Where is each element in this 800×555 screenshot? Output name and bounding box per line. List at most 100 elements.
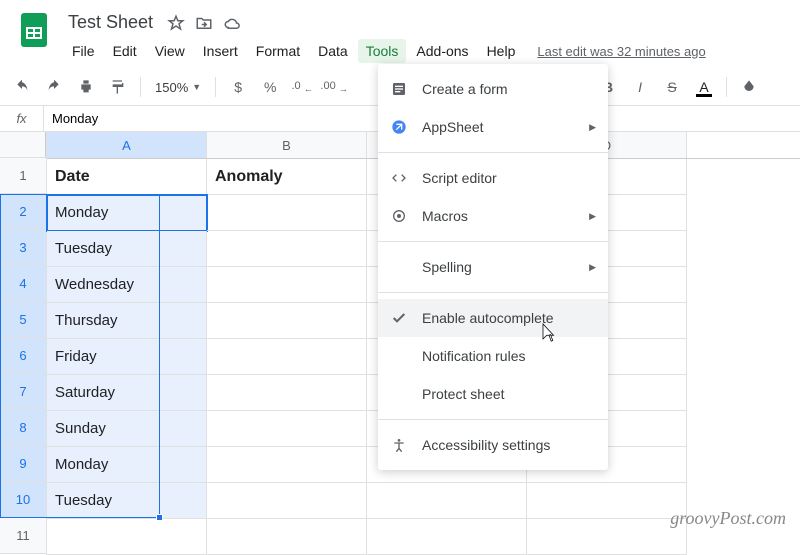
move-folder-icon[interactable] — [195, 14, 213, 32]
cell-A2[interactable]: Monday — [47, 195, 207, 231]
script-icon — [390, 169, 408, 187]
macros-icon — [390, 207, 408, 225]
row-header-7[interactable]: 7 — [0, 374, 46, 410]
menu-item-spelling[interactable]: Spelling ▶ — [378, 248, 608, 286]
format-percent-button[interactable]: % — [256, 73, 284, 101]
row-header-6[interactable]: 6 — [0, 338, 46, 374]
row-header-9[interactable]: 9 — [0, 446, 46, 482]
menu-tools[interactable]: Tools — [358, 39, 407, 63]
menu-item-label: Script editor — [422, 170, 497, 186]
menu-item-label: Macros — [422, 208, 468, 224]
row-header-8[interactable]: 8 — [0, 410, 46, 446]
menu-item-label: Create a form — [422, 81, 508, 97]
star-icon[interactable] — [167, 14, 185, 32]
menu-item-accessibility[interactable]: Accessibility settings — [378, 426, 608, 464]
row-header-1[interactable]: 1 — [0, 158, 46, 194]
cell-B6[interactable] — [207, 339, 367, 375]
cell-A4[interactable]: Wednesday — [47, 267, 207, 303]
menu-edit[interactable]: Edit — [105, 39, 145, 63]
menu-item-script-editor[interactable]: Script editor — [378, 159, 608, 197]
menu-insert[interactable]: Insert — [195, 39, 246, 63]
cloud-status-icon[interactable] — [223, 14, 241, 32]
cell-A6[interactable]: Friday — [47, 339, 207, 375]
cell-A9[interactable]: Monday — [47, 447, 207, 483]
fill-handle[interactable] — [156, 514, 163, 521]
cell-B1[interactable]: Anomaly — [207, 159, 367, 195]
cell-B3[interactable] — [207, 231, 367, 267]
cell-A5[interactable]: Thursday — [47, 303, 207, 339]
menu-view[interactable]: View — [147, 39, 193, 63]
row-header-2[interactable]: 2 — [0, 194, 46, 230]
cell-B8[interactable] — [207, 411, 367, 447]
blank-icon — [390, 258, 408, 276]
fx-label: fx — [0, 106, 44, 131]
decrease-decimal-button[interactable]: .0 ← — [288, 73, 316, 101]
cell-A11[interactable] — [47, 519, 207, 555]
menu-item-appsheet[interactable]: AppSheet ▶ — [378, 108, 608, 146]
menu-item-notification-rules[interactable]: Notification rules — [378, 337, 608, 375]
menu-item-macros[interactable]: Macros ▶ — [378, 197, 608, 235]
italic-button[interactable]: I — [626, 73, 654, 101]
menu-item-label: Protect sheet — [422, 386, 505, 402]
chevron-down-icon: ▼ — [192, 82, 201, 92]
format-currency-button[interactable]: $ — [224, 73, 252, 101]
header: Test Sheet File Edit View Insert Format … — [0, 0, 800, 65]
cell-B4[interactable] — [207, 267, 367, 303]
submenu-arrow-icon: ▶ — [589, 211, 596, 222]
strikethrough-button[interactable]: S — [658, 73, 686, 101]
cell-B2[interactable] — [207, 195, 367, 231]
menu-help[interactable]: Help — [479, 39, 524, 63]
menu-item-protect-sheet[interactable]: Protect sheet — [378, 375, 608, 413]
menu-separator — [378, 292, 608, 293]
last-edit-link[interactable]: Last edit was 32 minutes ago — [537, 44, 705, 59]
select-all-corner[interactable] — [0, 132, 46, 158]
title-area: Test Sheet File Edit View Insert Format … — [64, 8, 788, 65]
cell-B7[interactable] — [207, 375, 367, 411]
text-color-button[interactable]: A — [690, 73, 718, 101]
menu-separator — [378, 241, 608, 242]
cell-A8[interactable]: Sunday — [47, 411, 207, 447]
print-button[interactable] — [72, 73, 100, 101]
menu-item-create-form[interactable]: Create a form — [378, 70, 608, 108]
cell-B11[interactable] — [207, 519, 367, 555]
increase-decimal-button[interactable]: .00 → — [320, 73, 348, 101]
zoom-value: 150% — [155, 80, 188, 95]
zoom-select[interactable]: 150% ▼ — [149, 80, 207, 95]
row-header-4[interactable]: 4 — [0, 266, 46, 302]
cell-B10[interactable] — [207, 483, 367, 519]
menu-item-label: Accessibility settings — [422, 437, 550, 453]
col-header-B[interactable]: B — [207, 132, 367, 158]
menu-file[interactable]: File — [64, 39, 103, 63]
cell-D11[interactable] — [527, 519, 687, 555]
cell-A10[interactable]: Tuesday — [47, 483, 207, 519]
cell-C10[interactable] — [367, 483, 527, 519]
row-header-11[interactable]: 11 — [0, 518, 46, 554]
row-header-3[interactable]: 3 — [0, 230, 46, 266]
redo-button[interactable] — [40, 73, 68, 101]
sheets-logo[interactable] — [12, 8, 56, 52]
menu-data[interactable]: Data — [310, 39, 356, 63]
menu-separator — [378, 419, 608, 420]
cell-A1[interactable]: Date — [47, 159, 207, 195]
row-header-5[interactable]: 5 — [0, 302, 46, 338]
undo-button[interactable] — [8, 73, 36, 101]
row-header-10[interactable]: 10 — [0, 482, 46, 518]
title-row: Test Sheet — [64, 8, 788, 37]
tools-dropdown: Create a form AppSheet ▶ Script editor M… — [378, 64, 608, 470]
paint-format-button[interactable] — [104, 73, 132, 101]
cell-C11[interactable] — [367, 519, 527, 555]
cell-A7[interactable]: Saturday — [47, 375, 207, 411]
document-title[interactable]: Test Sheet — [64, 10, 157, 35]
menu-separator — [378, 152, 608, 153]
menubar: File Edit View Insert Format Data Tools … — [64, 37, 788, 65]
cell-B5[interactable] — [207, 303, 367, 339]
col-header-A[interactable]: A — [47, 132, 207, 158]
fill-color-button[interactable] — [735, 73, 763, 101]
menu-item-enable-autocomplete[interactable]: Enable autocomplete — [378, 299, 608, 337]
menu-format[interactable]: Format — [248, 39, 308, 63]
appsheet-icon — [390, 118, 408, 136]
cell-A3[interactable]: Tuesday — [47, 231, 207, 267]
menu-addons[interactable]: Add-ons — [408, 39, 476, 63]
cell-B9[interactable] — [207, 447, 367, 483]
cell-D10[interactable] — [527, 483, 687, 519]
